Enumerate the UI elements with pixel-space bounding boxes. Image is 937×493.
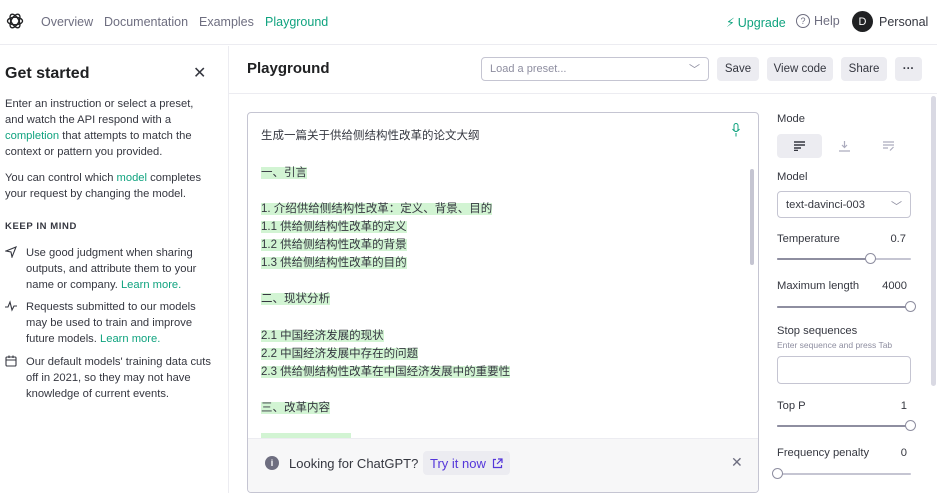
learn-more-link[interactable]: Learn more.	[100, 333, 160, 345]
chevron-down-icon: ﹀	[689, 64, 700, 76]
completion-line: 1. 介绍供给侧结构性改革：定义、背景、目的	[261, 203, 493, 215]
activity-icon	[5, 299, 26, 347]
model-text: You can control which	[5, 172, 117, 184]
sidebar: Get started ✕ Enter an instruction or se…	[0, 46, 229, 493]
mode-selector	[777, 134, 911, 158]
mode-insert-icon[interactable]	[822, 134, 867, 158]
view-code-button[interactable]: View code	[767, 57, 833, 81]
tip-item: Use good judgment when sharing outputs, …	[4, 245, 215, 293]
learn-more-link[interactable]: Learn more.	[121, 279, 181, 291]
completion-line: 2.3 供给侧结构性改革在中国经济发展中的重要性	[261, 366, 511, 378]
max-length-slider[interactable]	[777, 301, 916, 313]
nav-playground[interactable]: Playground	[265, 15, 328, 29]
microphone-icon[interactable]	[732, 123, 740, 137]
try-it-now-button[interactable]: Try it now	[423, 451, 510, 475]
top-nav: Overview Documentation Examples Playgrou…	[0, 0, 937, 45]
slider-thumb[interactable]	[905, 301, 916, 312]
slider-fill	[777, 306, 910, 308]
share-button[interactable]: Share	[841, 57, 887, 81]
intro-text: Enter an instruction or select a preset,…	[5, 98, 194, 126]
max-length-value[interactable]: 4000	[870, 280, 907, 292]
prompt-editor[interactable]: 生成一篇关于供给侧结构性改革的论文大纲 一、引言 1. 介绍供给侧结构性改革：定…	[247, 112, 759, 493]
send-icon	[4, 245, 26, 293]
frequency-penalty-label: Frequency penalty	[777, 447, 870, 459]
sidebar-intro: Enter an instruction or select a preset,…	[5, 96, 210, 160]
nav-overview[interactable]: Overview	[41, 15, 93, 29]
try-label: Try it now	[430, 455, 486, 471]
max-length-label: Maximum length	[777, 280, 860, 292]
mode-edit-icon[interactable]	[866, 134, 911, 158]
completion-line: 一、引言	[261, 167, 307, 179]
mode-complete-icon[interactable]	[777, 134, 822, 158]
sidebar-model-text: You can control which model completes yo…	[5, 170, 210, 202]
slider-track	[777, 473, 911, 475]
tip-item: Requests submitted to our models may be …	[5, 299, 215, 347]
stop-sequences-input[interactable]	[777, 356, 911, 384]
tip-item: Our default models' training data cuts o…	[5, 354, 215, 402]
account-name[interactable]: Personal	[879, 15, 928, 29]
model-link[interactable]: model	[117, 172, 147, 184]
calendar-icon	[5, 354, 26, 402]
mode-label: Mode	[777, 113, 805, 125]
nav-examples[interactable]: Examples	[199, 15, 254, 29]
chatgpt-banner: i Looking for ChatGPT? Try it now ✕	[248, 438, 758, 492]
temperature-value[interactable]: 0.7	[870, 233, 906, 245]
slider-thumb[interactable]	[905, 420, 916, 431]
frequency-penalty-value[interactable]: 0	[870, 447, 907, 459]
help-link[interactable]: ? Help	[796, 14, 840, 28]
preset-select[interactable]: Load a preset... ﹀	[481, 57, 709, 81]
tip-text: Use good judgment when sharing outputs, …	[26, 245, 211, 293]
model-label: Model	[777, 171, 808, 183]
upgrade-label: Upgrade	[737, 15, 786, 30]
completion-line: 1.2 供给侧结构性改革的背景	[261, 239, 407, 251]
completion-line: 1.3 供给侧结构性改革的目的	[261, 257, 407, 269]
help-icon: ?	[796, 14, 810, 28]
completion-line: 2.2 中国经济发展中存在的问题	[261, 348, 419, 360]
slider-thumb[interactable]	[772, 468, 783, 479]
avatar[interactable]: D	[852, 11, 873, 32]
temperature-label: Temperature	[777, 233, 840, 245]
editor-scrollbar[interactable]	[750, 169, 754, 265]
close-icon[interactable]: ✕	[731, 454, 743, 471]
info-icon: i	[265, 456, 279, 470]
slider-fill	[777, 258, 870, 260]
save-button[interactable]: Save	[717, 57, 759, 81]
tip-text: Our default models' training data cuts o…	[26, 356, 211, 400]
top-p-value[interactable]: 1	[870, 400, 907, 412]
completion-line: 三、改革内容	[261, 402, 330, 414]
banner-text: Looking for ChatGPT?	[289, 456, 419, 471]
model-select[interactable]: text-davinci-003 ﹀	[777, 191, 911, 218]
close-icon[interactable]: ✕	[193, 63, 206, 83]
stop-sequences-label: Stop sequences	[777, 325, 858, 337]
frequency-penalty-slider[interactable]	[772, 468, 911, 480]
tip-text: Requests submitted to our models may be …	[26, 299, 211, 347]
completion-line: 二、现状分析	[261, 293, 330, 305]
chevron-down-icon: ﹀	[891, 201, 902, 213]
upgrade-link[interactable]: ⚡ Upgrade	[726, 15, 786, 31]
page-scrollbar[interactable]	[931, 96, 936, 386]
page-title: Playground	[247, 60, 330, 77]
more-options-button[interactable]: ···	[895, 57, 922, 81]
slider-thumb[interactable]	[865, 253, 876, 264]
nav-documentation[interactable]: Documentation	[104, 15, 188, 29]
preset-placeholder: Load a preset...	[490, 63, 567, 75]
help-label: Help	[814, 14, 840, 28]
temperature-slider[interactable]	[777, 253, 911, 265]
completion-line: 1.1 供给侧结构性改革的定义	[261, 221, 407, 233]
completion-link[interactable]: completion	[5, 130, 59, 142]
top-p-label: Top P	[777, 400, 806, 412]
prompt-text: 生成一篇关于供给侧结构性改革的论文大纲	[261, 130, 480, 142]
sidebar-title: Get started	[5, 65, 90, 82]
top-p-slider[interactable]	[777, 420, 916, 432]
lightning-icon: ⚡	[726, 16, 735, 30]
keep-in-mind-heading: KEEP IN MIND	[5, 221, 77, 232]
slider-fill	[777, 425, 910, 427]
model-value: text-davinci-003	[786, 199, 865, 211]
stop-sequences-hint: Enter sequence and press Tab	[777, 340, 893, 350]
openai-logo-icon[interactable]	[5, 11, 25, 31]
external-link-icon	[492, 457, 503, 468]
header-divider	[229, 93, 937, 94]
completion-line: 2.1 中国经济发展的现状	[261, 330, 384, 342]
